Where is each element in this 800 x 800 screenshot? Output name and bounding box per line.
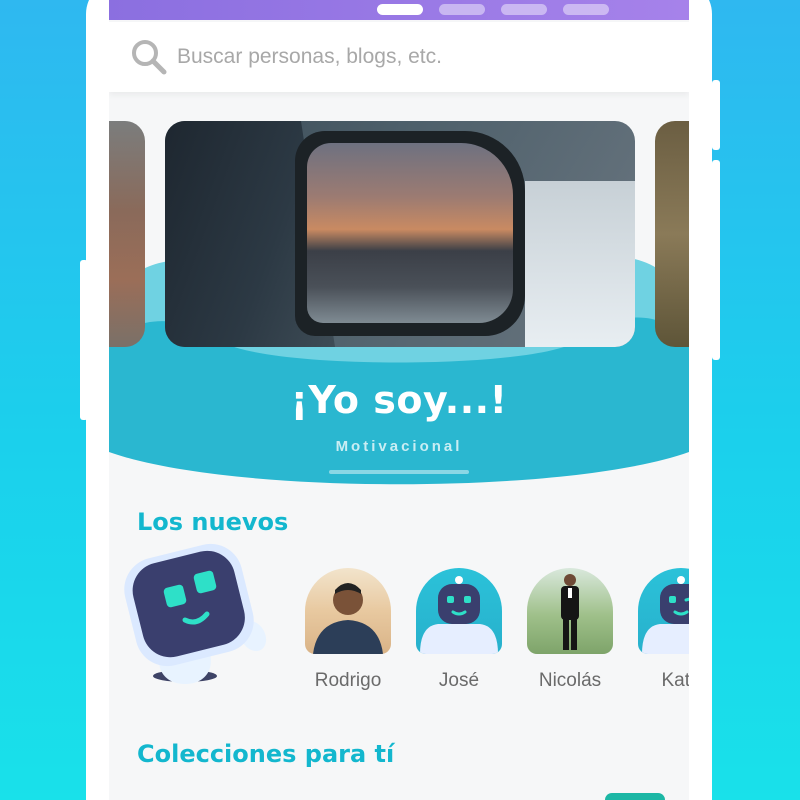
user-name: Rodrigo [314,670,382,691]
search-input[interactable] [177,45,617,69]
carousel-card-next[interactable] [655,121,689,347]
page-dot[interactable] [501,4,547,15]
top-bar [109,0,689,20]
person-silhouette-icon [561,574,579,650]
user-card-rodrigo[interactable]: Rodrigo [305,568,391,692]
phone-side-button [712,160,720,360]
carousel-card-previous[interactable] [109,121,145,347]
page-dot-active[interactable] [377,4,423,15]
card-image-side-mirror [165,121,635,347]
section-heading-new-users: Los nuevos [137,508,289,536]
carousel-progress-indicator [329,470,469,474]
avatar[interactable] [527,568,613,654]
avatar[interactable] [416,568,502,654]
person-silhouette-icon [313,583,383,654]
page-dot[interactable] [439,4,485,15]
snowy-background-shape [525,181,635,347]
user-card-jose[interactable]: José [416,568,502,692]
side-mirror-shape [295,131,525,336]
collection-chip[interactable] [605,793,665,800]
page-dot[interactable] [563,4,609,15]
featured-title: ¡Yo soy...! [290,378,508,422]
user-card-nicolas[interactable]: Nicolás [527,568,613,692]
app-screen: ¡Yo soy...! Motivacional Los nuevos Rodr… [109,0,689,800]
new-users-list: Rodrigo José Nicolás Kat [305,568,689,692]
robot-avatar-icon [642,576,689,654]
phone-side-button [80,260,88,420]
user-name: José [438,670,480,691]
search-icon[interactable] [129,37,169,77]
page-indicator-dots [377,4,609,15]
card-image [655,121,689,347]
robot-mascot-icon [124,543,267,684]
user-card-kath[interactable]: Kath [638,568,689,692]
mirror-reflection-shape [307,143,513,323]
search-bar[interactable] [109,22,689,92]
carousel-card-featured[interactable] [165,121,635,347]
robot-avatar-icon [420,576,498,654]
card-image [109,121,145,347]
user-name: Nicolás [538,670,602,691]
avatar[interactable] [305,568,391,654]
user-name: Kath [661,670,689,691]
phone-side-button [712,80,720,150]
featured-category: Motivacional [335,438,463,455]
avatar[interactable] [638,568,689,654]
section-heading-collections: Colecciones para tí [137,740,395,768]
